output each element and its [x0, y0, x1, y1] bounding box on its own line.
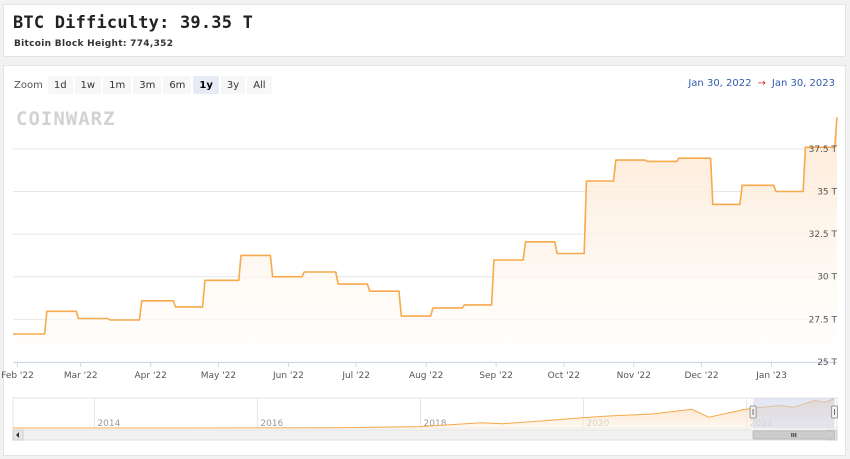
- difficulty-area-fill: [13, 117, 837, 362]
- navigator[interactable]: 20142016201820202022: [12, 397, 839, 429]
- x-tick-label: Feb '22: [1, 371, 34, 381]
- x-tick-label: Nov '22: [617, 371, 651, 381]
- x-axis-labels: Feb '22 Mar '22 Apr '22 May '22 Jun '22 Jul '…: [1, 362, 787, 381]
- navigator-selection[interactable]: [753, 398, 835, 428]
- y-tick-label: 27.5 T: [809, 315, 838, 325]
- y-tick-label: 32.5 T: [809, 230, 838, 240]
- x-tick-label: Apr '22: [135, 371, 167, 381]
- x-tick-label: Jul '22: [341, 371, 370, 381]
- area-layer: [13, 117, 838, 362]
- x-tick-label: Mar '22: [64, 371, 98, 381]
- x-tick-label: Sep '22: [479, 371, 513, 381]
- y-tick-label: 25 T: [817, 358, 837, 368]
- difficulty-chart: 25 T 27.5 T 30 T 32.5 T 35 T 37.5 T Feb '22 Ma…: [1, 117, 839, 441]
- scrollbar-track[interactable]: [12, 429, 838, 441]
- y-tick-label: 35 T: [817, 187, 837, 197]
- scrollbar[interactable]: [12, 429, 838, 441]
- x-tick-label: Dec '22: [684, 371, 718, 381]
- x-tick-label: May '22: [201, 371, 236, 381]
- y-tick-label: 37.5 T: [809, 145, 838, 155]
- x-tick-label: Jun '22: [272, 371, 304, 381]
- x-tick-label: Oct '22: [548, 371, 580, 381]
- y-tick-label: 30 T: [817, 273, 837, 283]
- x-tick-label: Aug '22: [409, 371, 443, 381]
- x-tick-label: Jan '23: [755, 371, 787, 381]
